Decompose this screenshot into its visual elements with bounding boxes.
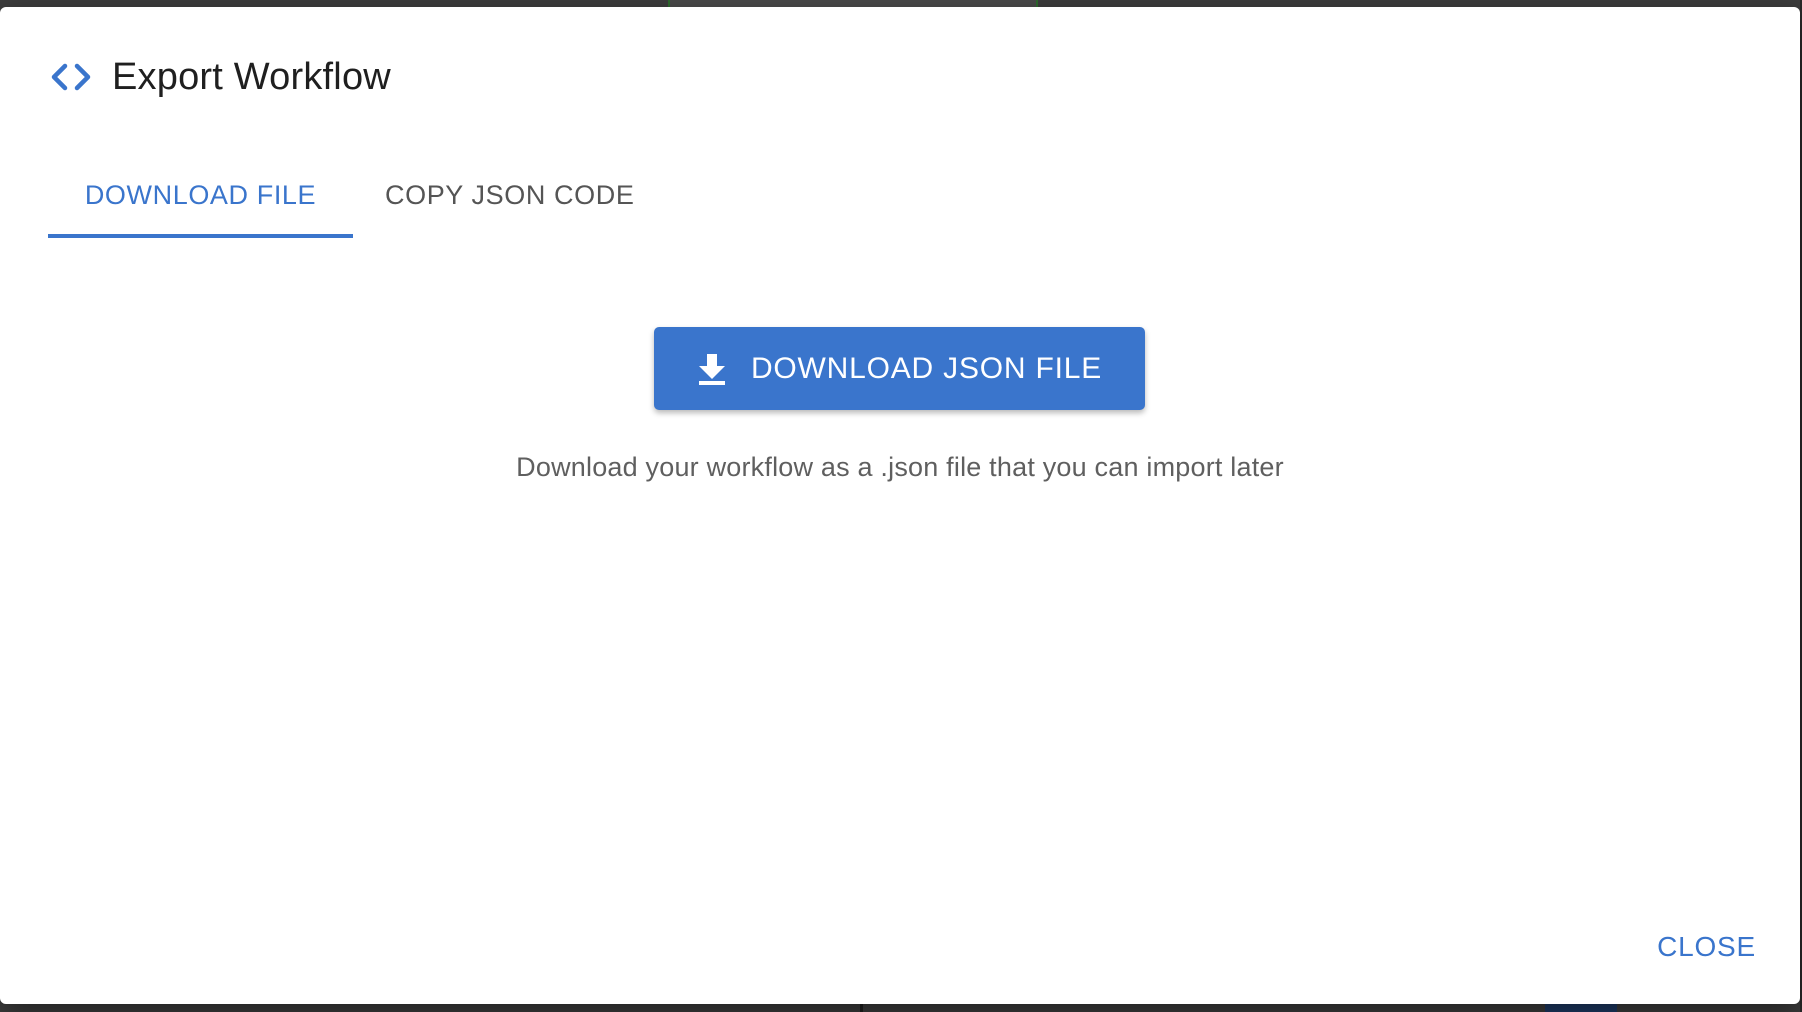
download-hint-text: Download your workflow as a .json file t… <box>516 452 1284 482</box>
export-workflow-dialog: Export Workflow DOWNLOAD FILE COPY JSON … <box>0 7 1800 1004</box>
close-button[interactable]: CLOSE <box>1649 925 1764 969</box>
tab-download-file[interactable]: DOWNLOAD FILE <box>48 152 353 238</box>
tab-copy-json-code[interactable]: COPY JSON CODE <box>353 152 666 238</box>
download-icon <box>697 352 727 386</box>
code-icon <box>48 59 94 95</box>
download-button-label: DOWNLOAD JSON FILE <box>750 351 1103 385</box>
dialog-title: Export Workflow <box>112 55 391 98</box>
backdrop-panel <box>1545 1004 1617 1012</box>
backdrop-connector <box>860 1004 863 1012</box>
download-json-file-button[interactable]: DOWNLOAD JSON FILE <box>654 327 1145 410</box>
export-tabs: DOWNLOAD FILE COPY JSON CODE <box>48 152 666 238</box>
dialog-header: Export Workflow <box>48 47 391 107</box>
